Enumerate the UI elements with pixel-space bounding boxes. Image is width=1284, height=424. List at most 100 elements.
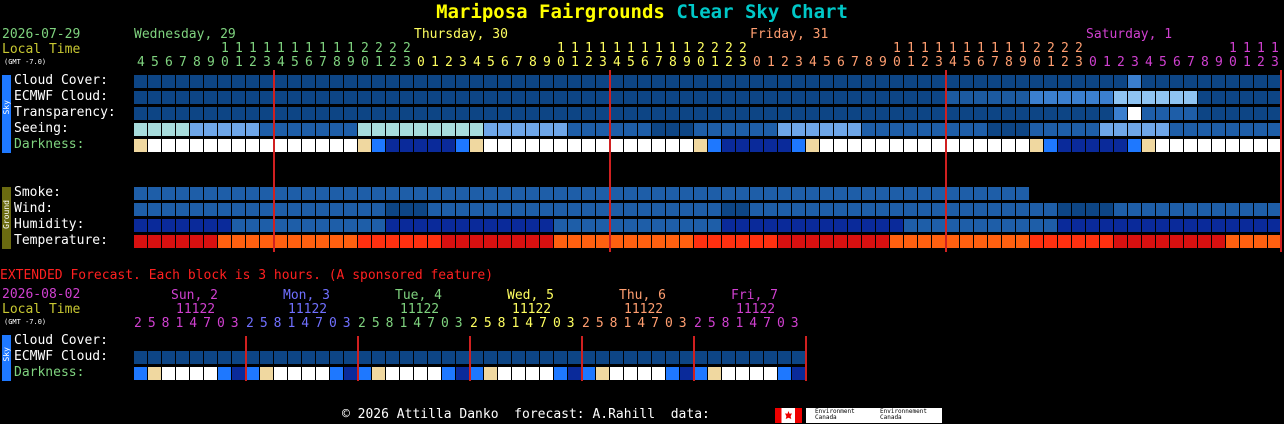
darkness-block — [652, 139, 665, 152]
ecmwf-cloud-block — [1268, 91, 1281, 104]
ecmwf-cloud-block — [1114, 91, 1127, 104]
smoke-block — [526, 187, 539, 200]
ecmwf-cloud-block — [484, 91, 497, 104]
cloud-cover-block — [134, 75, 147, 88]
wind-block — [1072, 203, 1085, 216]
cloud-cover-block — [806, 75, 819, 88]
wind-block — [540, 203, 553, 216]
darkness-block — [1184, 139, 1197, 152]
transparency-block — [260, 107, 273, 120]
humidity-block — [218, 219, 231, 232]
cloud-cover-block — [582, 75, 595, 88]
temperature-block — [904, 235, 917, 248]
temperature-block — [428, 235, 441, 248]
humidity-block — [498, 219, 511, 232]
extended-gmt-offset: (GMT -7.0) — [4, 318, 47, 326]
wind-block — [1226, 203, 1239, 216]
humidity-block — [904, 219, 917, 232]
extended-hour-ones: 25814703 — [246, 316, 357, 331]
darkness-block — [1030, 139, 1043, 152]
seeing-block — [190, 123, 203, 136]
seeing-block — [512, 123, 525, 136]
ecmwf-cloud-block — [750, 91, 763, 104]
ecmwf-cloud-block — [596, 91, 609, 104]
smoke-block — [484, 187, 497, 200]
extended-darkness-block — [792, 367, 805, 380]
extended-ecmwf-block — [218, 351, 231, 364]
extended-ecmwf-block — [792, 351, 805, 364]
temperature-block — [764, 235, 777, 248]
darkness-block — [806, 139, 819, 152]
cloud-cover-block — [764, 75, 777, 88]
ecmwf-cloud-block — [1086, 91, 1099, 104]
transparency-block — [274, 107, 287, 120]
cloud-cover-block — [1072, 75, 1085, 88]
transparency-block — [680, 107, 693, 120]
humidity-block — [1254, 219, 1267, 232]
humidity-block — [1100, 219, 1113, 232]
transparency-block — [638, 107, 651, 120]
ecmwf-cloud-block — [918, 91, 931, 104]
extended-ecmwf-block — [526, 351, 539, 364]
wind-block — [1016, 203, 1029, 216]
ecmwf-cloud-block — [1212, 91, 1225, 104]
ecmwf-cloud-block — [834, 91, 847, 104]
wind-block — [358, 203, 371, 216]
temperature-block — [1198, 235, 1211, 248]
humidity-block — [1184, 219, 1197, 232]
ecmwf-cloud-block — [176, 91, 189, 104]
extended-darkness-block — [470, 367, 483, 380]
transparency-block — [442, 107, 455, 120]
wind-block — [596, 203, 609, 216]
cloud-cover-block — [820, 75, 833, 88]
humidity-block — [148, 219, 161, 232]
cloud-cover-block — [442, 75, 455, 88]
extended-darkness-block — [414, 367, 427, 380]
humidity-block — [526, 219, 539, 232]
extended-hour-tens: 11122 — [736, 302, 776, 317]
ecmwf-cloud-block — [386, 91, 399, 104]
darkness-block — [1100, 139, 1113, 152]
humidity-block — [400, 219, 413, 232]
cloud-cover-block — [512, 75, 525, 88]
seeing-block — [274, 123, 287, 136]
extended-ecmwf-block — [498, 351, 511, 364]
humidity-block — [610, 219, 623, 232]
seeing-block — [988, 123, 1001, 136]
transparency-block — [470, 107, 483, 120]
temperature-block — [1128, 235, 1141, 248]
cloud-cover-block — [344, 75, 357, 88]
temperature-block — [1240, 235, 1253, 248]
cloud-cover-block — [386, 75, 399, 88]
darkness-block — [750, 139, 763, 152]
seeing-block — [750, 123, 763, 136]
ecmwf-cloud-block — [428, 91, 441, 104]
darkness-block — [218, 139, 231, 152]
darkness-block — [428, 139, 441, 152]
cloud-cover-block — [1184, 75, 1197, 88]
darkness-block — [582, 139, 595, 152]
wind-block — [232, 203, 245, 216]
transparency-block — [204, 107, 217, 120]
transparency-block — [246, 107, 259, 120]
cloud-cover-block — [1002, 75, 1015, 88]
smoke-block — [722, 187, 735, 200]
transparency-block — [1058, 107, 1071, 120]
humidity-block — [358, 219, 371, 232]
transparency-block — [582, 107, 595, 120]
humidity-block — [134, 219, 147, 232]
darkness-block — [540, 139, 553, 152]
temperature-block — [330, 235, 343, 248]
smoke-block — [204, 187, 217, 200]
seeing-block — [1156, 123, 1169, 136]
transparency-block — [428, 107, 441, 120]
seeing-block — [1226, 123, 1239, 136]
smoke-block — [260, 187, 273, 200]
smoke-block — [736, 187, 749, 200]
humidity-block — [316, 219, 329, 232]
wind-block — [274, 203, 287, 216]
ecmwf-cloud-block — [652, 91, 665, 104]
cloud-cover-block — [680, 75, 693, 88]
seeing-block — [1142, 123, 1155, 136]
seeing-block — [428, 123, 441, 136]
